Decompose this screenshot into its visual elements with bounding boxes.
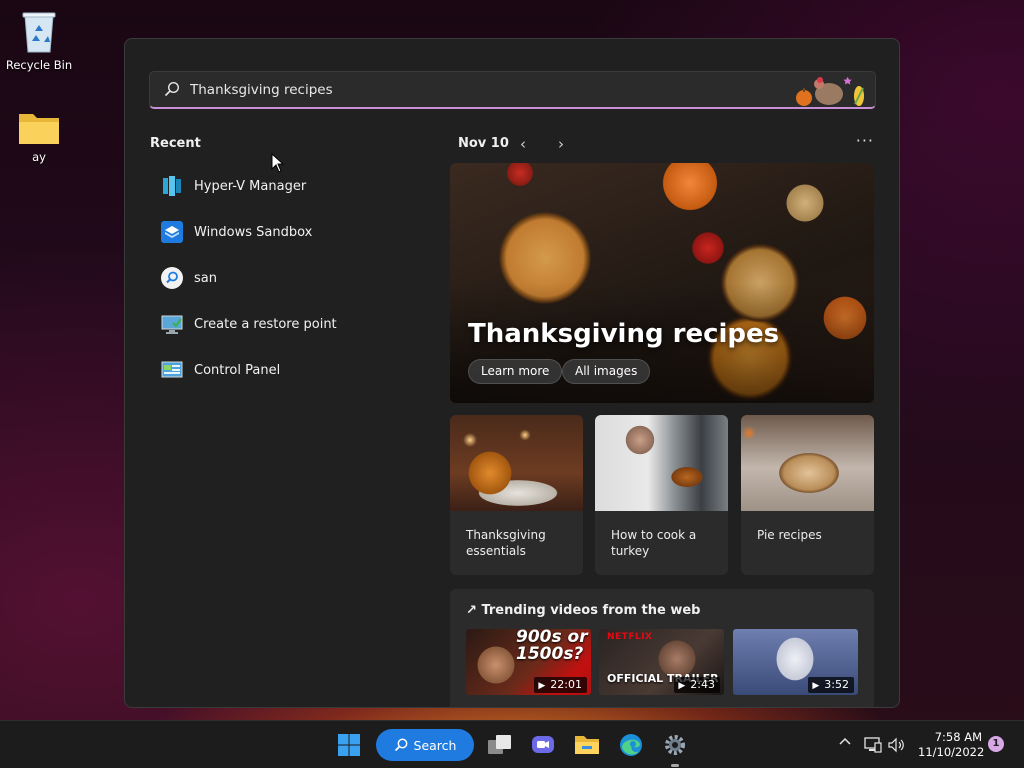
trending-title: Trending videos from the web — [481, 603, 701, 618]
card-image — [741, 415, 874, 511]
trending-heading: ↗ Trending videos from the web — [466, 603, 700, 618]
video-overlay-text: 900s or 1500s? — [516, 629, 588, 664]
thanksgiving-doodle-icon — [796, 76, 864, 106]
file-explorer-icon — [575, 736, 599, 754]
recycle-bin-icon — [22, 12, 56, 53]
recent-item-windows-sandbox[interactable]: Windows Sandbox — [150, 212, 390, 252]
search-box[interactable] — [149, 71, 876, 109]
recent-heading: Recent — [150, 136, 201, 151]
task-view-button[interactable] — [484, 729, 516, 761]
card-label: Thanksgiving essentials — [466, 528, 546, 558]
hero-title: Thanksgiving recipes — [468, 319, 780, 349]
windows-logo-icon — [338, 734, 360, 756]
chevron-up-icon[interactable] — [838, 735, 852, 747]
chevron-right-icon[interactable]: › — [558, 135, 564, 153]
recent-item-control-panel[interactable]: Control Panel — [150, 350, 390, 390]
trending-videos-section: ↗ Trending videos from the web 900s or 1… — [450, 589, 874, 707]
start-button[interactable] — [333, 729, 365, 761]
highlights-date: Nov 10 — [458, 136, 509, 151]
teams-chat-icon — [532, 736, 554, 753]
search-icon — [164, 81, 180, 97]
recent-item-label: Create a restore point — [194, 316, 337, 332]
video-brand: NETFLIX — [607, 632, 653, 642]
recent-item-label: Windows Sandbox — [194, 224, 313, 240]
control-panel-icon — [159, 357, 185, 383]
edge-icon — [620, 734, 642, 756]
play-icon: ▶ — [812, 681, 820, 691]
card-label: How to cook a turkey — [611, 528, 697, 558]
card-image — [450, 415, 583, 511]
taskbar-date: 11/10/2022 — [918, 745, 985, 759]
video-duration-text: 2:43 — [690, 678, 715, 691]
network-icon — [864, 737, 882, 753]
play-icon: ▶ — [678, 681, 686, 691]
play-icon: ▶ — [538, 681, 546, 691]
recent-item-san[interactable]: san — [150, 258, 390, 298]
video-duration: ▶ 22:01 — [534, 677, 587, 693]
taskbar-clock[interactable]: 7:58 AM 11/10/2022 — [918, 730, 985, 760]
system-properties-icon — [159, 311, 185, 337]
card-label: Pie recipes — [757, 528, 822, 542]
notification-badge[interactable]: 1 — [988, 736, 1004, 752]
settings-button[interactable] — [659, 729, 691, 767]
card-how-to-cook-turkey[interactable]: How to cook a turkey — [595, 415, 728, 575]
volume-button[interactable] — [886, 729, 908, 761]
card-image — [595, 415, 728, 511]
video-thumbnail[interactable]: 900s or 1500s? ▶ 22:01 — [466, 629, 591, 695]
folder-icon — [19, 114, 59, 144]
video-duration-text: 3:52 — [824, 678, 849, 691]
recent-item-create-restore-point[interactable]: Create a restore point — [150, 304, 390, 344]
recent-item-label: Hyper-V Manager — [194, 178, 307, 194]
file-explorer-button[interactable] — [571, 729, 603, 761]
hyper-v-icon — [159, 173, 185, 199]
folder-desktop-icon[interactable]: ay — [4, 110, 74, 164]
running-indicator — [671, 764, 679, 767]
recycle-bin-label: Recycle Bin — [5, 58, 73, 72]
search-icon — [159, 265, 185, 291]
search-input[interactable] — [190, 72, 750, 108]
gear-icon — [665, 735, 685, 755]
mouse-cursor-icon — [271, 153, 285, 173]
sandbox-icon — [159, 219, 185, 245]
recent-item-label: san — [194, 270, 217, 286]
edge-button[interactable] — [615, 729, 647, 761]
video-duration: ▶ 2:43 — [674, 677, 720, 693]
task-view-icon — [488, 735, 511, 754]
taskbar-time: 7:58 AM — [934, 730, 982, 744]
recent-item-hyper-v-manager[interactable]: Hyper-V Manager — [150, 166, 390, 206]
highlights-nav: Nov 10 ‹ › ··· — [458, 131, 878, 155]
taskbar: Search 7:58 AM 11/10/2022 1 — [0, 720, 1024, 768]
chat-button[interactable] — [527, 729, 559, 761]
card-thanksgiving-essentials[interactable]: Thanksgiving essentials — [450, 415, 583, 575]
video-duration-text: 22:01 — [550, 678, 582, 691]
all-images-button[interactable]: All images — [562, 359, 651, 384]
trending-arrow-icon: ↗ — [466, 603, 477, 618]
recycle-bin-desktop-icon[interactable]: Recycle Bin — [4, 8, 74, 72]
search-panel: Recent Hyper-V Manager Windows Sandbox — [124, 38, 900, 708]
recent-item-label: Control Panel — [194, 362, 281, 378]
taskbar-search-button[interactable]: Search — [376, 729, 474, 761]
card-pie-recipes[interactable]: Pie recipes — [741, 415, 874, 575]
more-options-icon[interactable]: ··· — [856, 131, 874, 150]
folder-label: ay — [32, 150, 46, 164]
volume-icon — [888, 737, 904, 753]
video-thumbnail[interactable]: ▶ 3:52 — [733, 629, 858, 695]
video-thumbnail[interactable]: NETFLIX OFFICIAL TRAILER ▶ 2:43 — [599, 629, 724, 695]
network-button[interactable] — [862, 729, 884, 761]
learn-more-button[interactable]: Learn more — [468, 359, 563, 384]
hero-card[interactable]: Thanksgiving recipes Learn more All imag… — [450, 163, 874, 403]
chevron-left-icon[interactable]: ‹ — [520, 135, 526, 153]
taskbar-search-label: Search — [413, 737, 457, 753]
search-icon — [394, 738, 407, 752]
video-duration: ▶ 3:52 — [808, 677, 854, 693]
